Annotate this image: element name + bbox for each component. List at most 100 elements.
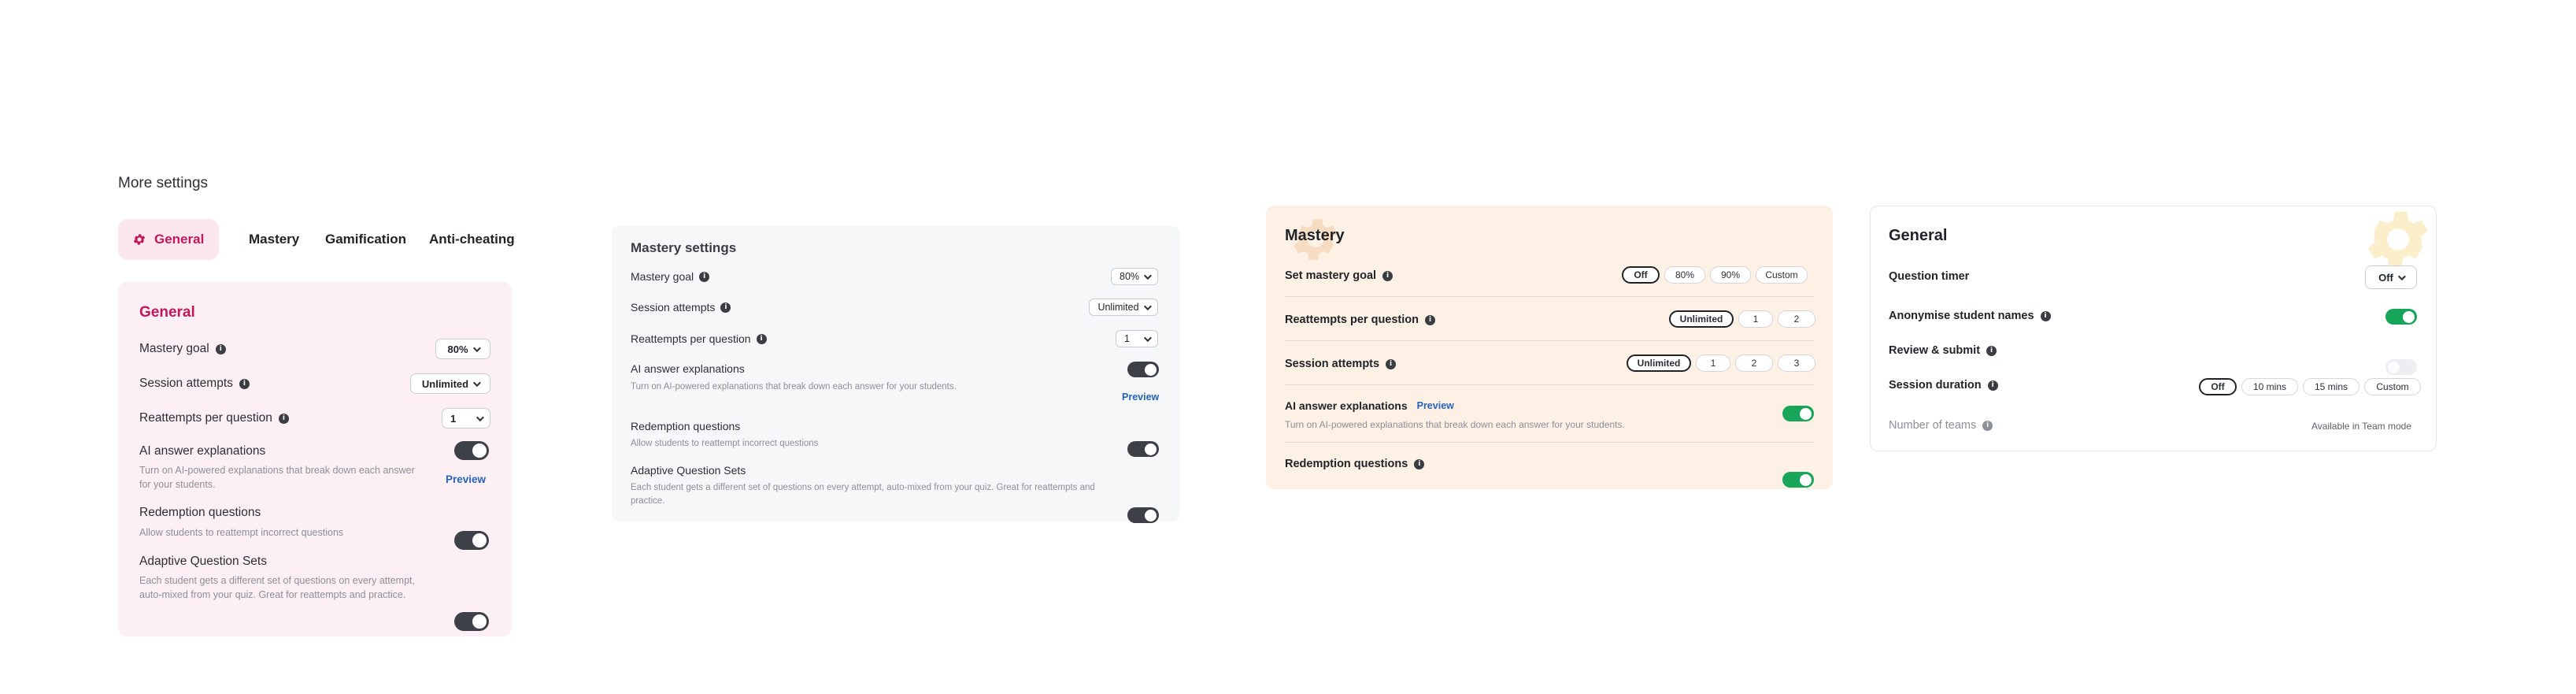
mastery-card: Mastery Set mastery goal i Off 80% 90% C… — [1266, 206, 1833, 489]
session-attempts-options: Unlimited 1 2 3 — [1627, 354, 1815, 372]
review-submit-toggle[interactable] — [2385, 359, 2417, 375]
card-title: Mastery settings — [631, 240, 737, 255]
info-icon: i — [1987, 380, 1998, 391]
session-option-unlimited[interactable]: Unlimited — [1627, 354, 1691, 372]
goal-option-80[interactable]: 80% — [1664, 266, 1705, 284]
duration-option-off[interactable]: Off — [2199, 378, 2237, 395]
reattempts-option-2[interactable]: 2 — [1778, 310, 1815, 328]
tab-general-label: General — [154, 232, 205, 247]
adaptive-sets-label: Adaptive Question Sets — [631, 464, 746, 477]
reattempts-options: Unlimited 1 2 — [1669, 310, 1815, 328]
info-icon: i — [1386, 358, 1397, 369]
divider — [1285, 296, 1814, 297]
session-attempts-label: Session attempts i — [631, 301, 731, 314]
ai-preview-link[interactable]: Preview — [446, 473, 486, 485]
chevron-down-icon — [1143, 302, 1152, 310]
mastery-goal-select[interactable]: 80% — [435, 339, 490, 359]
chevron-down-icon — [473, 378, 481, 387]
gear-icon — [133, 234, 146, 245]
info-icon: i — [699, 271, 710, 282]
ai-explanations-toggle[interactable] — [1127, 362, 1159, 377]
divider — [1285, 442, 1814, 443]
anonymise-names-toggle[interactable] — [2385, 309, 2417, 325]
tab-general[interactable]: General — [118, 219, 219, 260]
question-timer-select[interactable]: Off — [2365, 265, 2417, 289]
info-icon: i — [239, 378, 250, 389]
divider — [1285, 340, 1814, 341]
ai-preview-link[interactable]: Preview — [1122, 392, 1159, 403]
anonymise-names-label: Anonymise student names i — [1889, 310, 2051, 322]
number-of-teams-label: Number of teams i — [1889, 419, 1993, 432]
chevron-down-icon — [1143, 333, 1152, 342]
ai-explanations-toggle[interactable] — [1782, 406, 1814, 421]
adaptive-sets-desc: Each student gets a different set of que… — [139, 575, 415, 601]
info-icon: i — [1425, 314, 1435, 325]
session-attempts-select[interactable]: Unlimited — [1089, 299, 1158, 316]
adaptive-sets-label: Adaptive Question Sets — [139, 555, 267, 568]
reattempts-option-1[interactable]: 1 — [1738, 310, 1773, 328]
goal-option-90[interactable]: 90% — [1710, 266, 1751, 284]
ai-explanations-label: AI answer explanations — [139, 444, 266, 458]
ai-explanations-desc: Turn on AI-powered explanations that bre… — [631, 382, 957, 392]
reattempts-label: Reattempts per question i — [139, 411, 289, 425]
ai-explanations-label: AI answer explanations — [631, 362, 745, 375]
redemption-toggle[interactable] — [1782, 472, 1814, 488]
general-card: General Question timer Off Anonymise stu… — [1870, 206, 2437, 451]
info-icon: i — [1382, 270, 1393, 281]
chevron-down-icon — [472, 343, 481, 352]
card-title: General — [1889, 227, 1948, 244]
tab-mastery[interactable]: Mastery — [249, 232, 299, 247]
mastery-goal-select[interactable]: 80% — [1111, 268, 1158, 285]
session-option-3[interactable]: 3 — [1778, 354, 1815, 372]
info-icon: i — [1414, 458, 1425, 469]
session-duration-label: Session duration i — [1889, 379, 1998, 392]
reattempts-select[interactable]: 1 — [442, 408, 490, 429]
question-timer-label: Question timer — [1889, 270, 1970, 283]
session-attempts-select[interactable]: Unlimited — [410, 373, 490, 394]
chevron-down-icon — [1143, 271, 1152, 280]
adaptive-sets-toggle[interactable] — [1127, 507, 1159, 523]
ai-explanations-desc: Turn on AI-powered explanations that bre… — [139, 465, 415, 491]
ai-explanations-toggle[interactable] — [454, 441, 489, 460]
info-icon: i — [1986, 345, 1997, 356]
reattempts-option-unlimited[interactable]: Unlimited — [1669, 310, 1734, 328]
mastery-goal-label: Set mastery goal i — [1285, 269, 1393, 282]
card-title: Mastery — [1285, 227, 1345, 244]
session-option-2[interactable]: 2 — [1735, 354, 1773, 372]
duration-option-10[interactable]: 10 mins — [2241, 378, 2298, 395]
reattempts-label: Reattempts per question i — [1285, 314, 1435, 326]
info-icon: i — [2040, 310, 2051, 321]
redemption-toggle[interactable] — [1127, 441, 1159, 457]
session-duration-options: Off 10 mins 15 mins Custom — [2199, 378, 2421, 395]
card-title: General — [139, 304, 195, 321]
ai-explanations-label: AI answer explanations Preview — [1285, 399, 1454, 412]
chevron-down-icon — [476, 413, 484, 421]
session-attempts-label: Session attempts i — [139, 377, 250, 391]
tab-anti-cheating[interactable]: Anti-cheating — [429, 232, 515, 247]
info-icon: i — [1982, 420, 1993, 431]
redemption-label: Redemption questions — [631, 420, 741, 432]
page-heading: More settings — [118, 175, 209, 191]
redemption-label: Redemption questions i — [1285, 458, 1425, 470]
tab-gamification[interactable]: Gamification — [325, 232, 406, 247]
info-icon: i — [756, 333, 767, 344]
duration-option-15[interactable]: 15 mins — [2303, 378, 2359, 395]
review-submit-label: Review & submit i — [1889, 344, 1997, 357]
goal-option-off[interactable]: Off — [1622, 266, 1660, 284]
session-option-1[interactable]: 1 — [1696, 354, 1730, 372]
goal-option-custom[interactable]: Custom — [1756, 266, 1808, 284]
divider — [1285, 384, 1814, 385]
ai-preview-link[interactable]: Preview — [1417, 400, 1454, 411]
session-attempts-label: Session attempts i — [1285, 358, 1397, 370]
mastery-goal-label: Mastery goal i — [631, 270, 710, 283]
duration-option-custom[interactable]: Custom — [2364, 378, 2421, 395]
mastery-goal-label: Mastery goal i — [139, 342, 226, 356]
mastery-goal-options: Off 80% 90% Custom — [1622, 266, 1808, 284]
redemption-toggle[interactable] — [454, 531, 489, 550]
reattempts-select[interactable]: 1 — [1116, 330, 1158, 347]
adaptive-sets-toggle[interactable] — [454, 612, 489, 631]
info-icon: i — [720, 302, 731, 313]
team-mode-note: Available in Team mode — [2311, 421, 2411, 432]
ai-explanations-desc: Turn on AI-powered explanations that bre… — [1285, 419, 1625, 430]
info-icon: i — [215, 343, 226, 354]
